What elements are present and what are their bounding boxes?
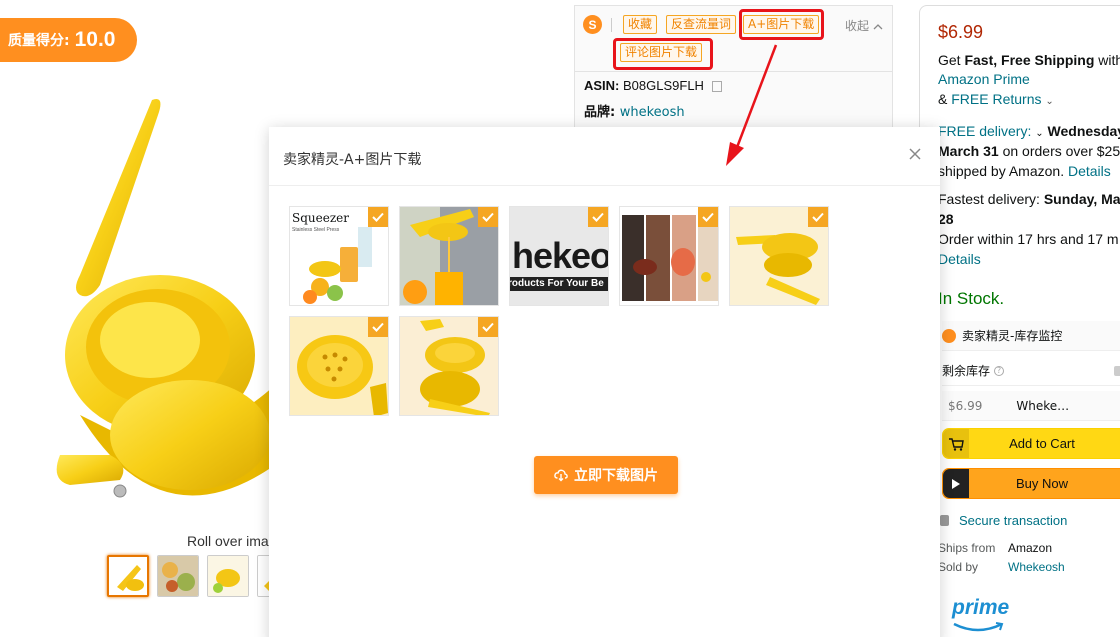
aplus-image-6[interactable] xyxy=(289,316,389,416)
remaining-stock-row: 剩余库存 ? xyxy=(942,356,1120,386)
copy-icon[interactable] xyxy=(711,81,722,93)
seller-row: $6.99 Wheke… xyxy=(942,391,1120,421)
help-icon: ? xyxy=(994,365,1005,376)
asin-row: ASIN: B08GLS9FLH xyxy=(584,78,722,93)
aplus-button-highlight xyxy=(739,9,824,40)
modal-title: 卖家精灵-A+图片下载 xyxy=(283,152,422,168)
chevron-up-icon xyxy=(873,24,883,30)
shipping-line: Get Fast, Free Shipping with xyxy=(938,52,1120,68)
download-images-button[interactable]: 立即下载图片 xyxy=(534,456,678,494)
order-within: Order within 17 hrs and 17 m xyxy=(938,231,1119,247)
seller-row-name: Wheke… xyxy=(1016,398,1070,413)
seller-sprite-small-icon xyxy=(942,328,956,343)
sold-by-label: Sold by xyxy=(938,560,979,574)
seller-sprite-logo-icon: S xyxy=(583,15,602,34)
sold-by-link[interactable]: Whekeosh xyxy=(1008,560,1065,574)
delivery-date-row: March 31 on orders over $25 xyxy=(938,143,1120,159)
aplus-image-7[interactable] xyxy=(399,316,499,416)
squeezer-caption: Squeezer xyxy=(292,211,349,225)
asin-label: ASIN: xyxy=(584,78,620,93)
secure-transaction[interactable]: Secure transaction xyxy=(940,513,1067,528)
buy-now-label: Buy Now xyxy=(1015,476,1069,491)
review-button-highlight xyxy=(613,38,713,70)
checked-icon[interactable] xyxy=(588,207,608,227)
brand-tagline: roducts For Your Be xyxy=(510,277,608,291)
amazon-prime-link[interactable]: Amazon Prime xyxy=(938,71,1030,87)
checked-icon[interactable] xyxy=(368,207,388,227)
camera-icon xyxy=(1114,365,1120,376)
brand-link[interactable]: whekeosh xyxy=(620,105,685,120)
ships-from-label: Ships from xyxy=(938,541,996,555)
details-link-2[interactable]: Details xyxy=(938,251,981,267)
toolbar-divider xyxy=(575,71,892,72)
brand-row: 品牌: whekeosh xyxy=(584,101,685,120)
buy-box: $6.99 Get Fast, Free Shipping with Amazo… xyxy=(919,5,1120,637)
prime-logo: prime xyxy=(952,596,1010,619)
cloud-download-icon xyxy=(554,469,568,482)
checked-icon[interactable] xyxy=(478,207,498,227)
remaining-stock-label: 剩余库存 xyxy=(942,364,991,378)
aplus-image-5[interactable] xyxy=(729,206,829,306)
seller-row-price: $6.99 xyxy=(948,398,983,413)
thumbnail-1[interactable] xyxy=(107,555,149,597)
download-images-label: 立即下载图片 xyxy=(574,468,658,484)
details-link[interactable]: Details xyxy=(1068,163,1111,179)
squeezer-sub: Stainless Steel Press xyxy=(292,227,340,233)
play-icon xyxy=(943,469,969,498)
checked-icon[interactable] xyxy=(478,317,498,337)
add-to-cart-button[interactable]: Add to Cart xyxy=(942,428,1120,459)
aplus-image-3[interactable]: hekeo roducts For Your Be xyxy=(509,206,609,306)
quality-score-value: 10.0 xyxy=(74,28,116,51)
free-delivery-row: FREE delivery: ⌄ Wednesday xyxy=(938,123,1120,139)
thumbnail-2[interactable] xyxy=(157,555,199,597)
ships-from-value: Amazon xyxy=(1008,541,1053,555)
inventory-monitor-title: 卖家精灵-库存监控 xyxy=(962,329,1063,343)
collapse-toggle[interactable]: 收起 xyxy=(845,17,883,34)
checked-icon[interactable] xyxy=(698,207,718,227)
add-to-cart-label: Add to Cart xyxy=(1009,436,1075,451)
checked-icon[interactable] xyxy=(368,317,388,337)
reverse-keyword-button[interactable]: 反查流量词 xyxy=(666,15,737,34)
brand-label: 品牌: xyxy=(584,105,616,120)
main-product-image[interactable] xyxy=(40,85,280,535)
aplus-image-4[interactable] xyxy=(619,206,719,306)
thumbnail-3[interactable] xyxy=(207,555,249,597)
aplus-image-1[interactable]: Squeezer Stainless Steel Press xyxy=(289,206,389,306)
in-stock: In Stock. xyxy=(938,289,1005,308)
fastest-date: 28 xyxy=(938,211,954,227)
lock-icon xyxy=(940,515,949,526)
checked-icon[interactable] xyxy=(808,207,828,227)
price: $6.99 xyxy=(938,22,984,42)
favorite-button[interactable]: 收藏 xyxy=(623,15,658,34)
asin-value: B08GLS9FLH xyxy=(623,78,704,93)
shipped-by-row: shipped by Amazon. Details xyxy=(938,163,1111,179)
free-returns-row[interactable]: & FREE Returns ⌄ xyxy=(938,91,1054,107)
seller-sprite-toolbar: S 收藏 反查流量词 A+图片下载 评论图片下载 收起 ASIN: B08GLS… xyxy=(574,5,893,135)
chevron-down-icon: ⌄ xyxy=(1045,96,1054,107)
aplus-image-2[interactable] xyxy=(399,206,499,306)
roll-over-hint: Roll over ima xyxy=(187,533,269,549)
buy-now-button[interactable]: Buy Now xyxy=(942,468,1120,499)
modal-divider xyxy=(269,185,940,186)
cart-icon xyxy=(943,429,969,458)
inventory-monitor-header: 卖家精灵-库存监控 xyxy=(942,321,1120,351)
brand-fragment-text: hekeo xyxy=(512,235,609,276)
aplus-download-modal: 卖家精灵-A+图片下载 Squeezer Stainless Steel Pre… xyxy=(269,127,940,637)
toolbar-separator xyxy=(611,18,612,32)
close-icon[interactable] xyxy=(908,147,922,161)
collapse-label: 收起 xyxy=(845,19,870,33)
fastest-delivery-row: Fastest delivery: Sunday, Ma xyxy=(938,191,1120,207)
prime-smile-icon xyxy=(953,622,1004,632)
quality-score-badge: 质量得分: 10.0 xyxy=(0,18,137,62)
quality-score-label: 质量得分: xyxy=(8,33,70,49)
